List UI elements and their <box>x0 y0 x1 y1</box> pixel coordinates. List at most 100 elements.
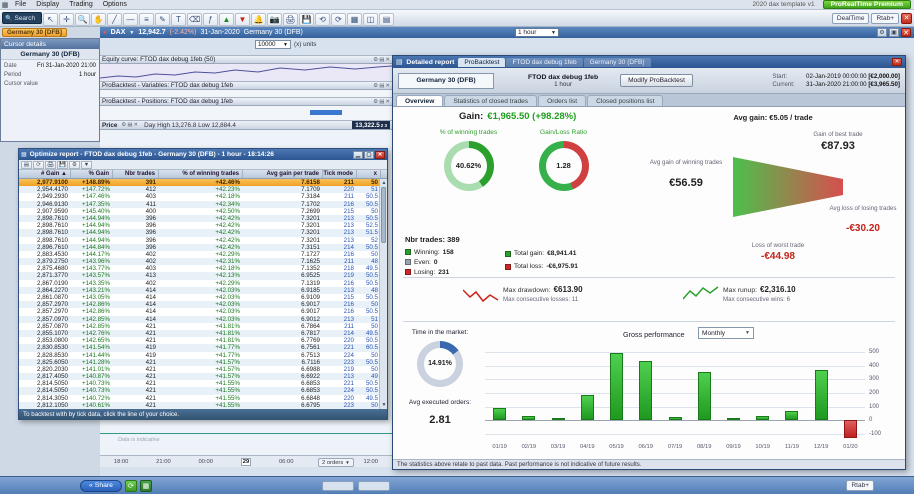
subtab-statistics-of-closed-trades[interactable]: Statistics of closed trades <box>444 95 538 106</box>
column-header[interactable]: Tick mode <box>323 170 357 178</box>
optimize-result-row[interactable]: 2,828.8530 +141.44% 419 +41.77% 6.7513 224 50 <box>19 352 387 359</box>
chevron-down-icon[interactable]: ▼ <box>129 30 134 36</box>
chart-titlebar[interactable]: ● DAX ▼ 12,942.7 (-2.42%) 31-Jan-2020 Ge… <box>100 27 914 38</box>
workspace-close-icon[interactable]: ✕ <box>901 12 912 24</box>
optimize-result-row[interactable]: 2,861.0870 +143.05% 414 +42.03% 6.9109 215 50.… <box>19 294 387 301</box>
zoom-in-icon[interactable]: 🔍 <box>75 13 90 26</box>
optimize-result-row[interactable]: 2,977.9100 +148.89% 391 +42.46% 7.6158 211 50 <box>19 179 387 187</box>
optimize-result-row[interactable]: 2,830.8530 +141.54% 419 +41.77% 6.7561 221 60.… <box>19 344 387 352</box>
panel-close-icon[interactable]: ✕ <box>385 83 390 89</box>
instrument-tab[interactable]: Germany 30 [DFB] <box>2 28 67 37</box>
panel-list-icon[interactable]: ▤ <box>379 99 384 105</box>
premium-button[interactable]: ProRealTime Premium <box>822 0 911 9</box>
optimize-result-row[interactable]: 2,871.3770 +143.57% 413 +42.13% 6.9525 219 50.… <box>19 272 387 280</box>
optimize-result-row[interactable]: 2,864.2270 +143.21% 414 +42.03% 6.9185 213 48 <box>19 286 387 294</box>
optimize-titlebar[interactable]: ▦ Optimize report - FTOD dax debug 1feb … <box>19 149 387 160</box>
scrollbar-thumb[interactable] <box>381 187 386 243</box>
text-icon[interactable]: T <box>171 13 186 26</box>
indicator-icon[interactable]: ƒ <box>203 13 218 26</box>
menu-display[interactable]: Display <box>31 1 64 8</box>
orders-button[interactable]: 2 orders ▼ <box>318 458 354 467</box>
optimize-result-row[interactable]: 2,875.4680 +143.77% 403 +42.18% 7.1352 218 49.… <box>19 265 387 272</box>
column-header[interactable]: # Gain ▲ <box>19 170 71 178</box>
column-header[interactable]: Avg gain per trade <box>243 170 323 178</box>
cursor-details-titlebar[interactable]: Cursor details <box>1 39 99 49</box>
column-header[interactable]: % Gain <box>71 170 113 178</box>
report-tab[interactable]: Germany 30 (DFB) <box>583 57 651 67</box>
optimize-result-row[interactable]: 2,857.2970 +142.86% 414 +42.03% 6.9017 216 50.… <box>19 308 387 315</box>
gross-performance-period-select[interactable]: Monthly ▼ <box>698 327 754 339</box>
undo-icon[interactable]: ⟲ <box>315 13 330 26</box>
panel-list-icon[interactable]: ▤ <box>379 57 384 63</box>
price-panel-header[interactable]: Price ⚙ ▤ ✕ Day High 13,276.8 Low 12,884.4… <box>100 120 392 130</box>
modify-probacktest-button[interactable]: Modify ProBacktest <box>620 74 693 87</box>
pencil-icon[interactable]: ✎ <box>155 13 170 26</box>
sell-arrow-icon[interactable]: ▼ <box>235 13 250 26</box>
optimize-table-header[interactable]: # Gain ▲% Gain Nbr trades% of winning tra… <box>19 170 387 179</box>
optimize-result-row[interactable]: 2,814.5050 +140.73% 421 +41.55% 6.6853 221 50.… <box>19 380 387 387</box>
account-chip[interactable]: Rtab+ <box>871 12 899 24</box>
detailed-report-titlebar[interactable]: ▤ Detailed report ProBacktest FTOD dax de… <box>393 56 905 68</box>
template-selector[interactable]: 2020 dax template v1 <box>752 1 814 8</box>
panel-close-icon[interactable]: ✕ <box>385 99 390 105</box>
layout-icon[interactable]: ◫ <box>363 13 378 26</box>
scroll-up-icon[interactable]: ▲ <box>380 179 388 187</box>
opt-refresh-icon[interactable]: ⟳ <box>33 160 44 169</box>
subtab-orders-list[interactable]: Orders list <box>538 95 587 106</box>
scrollbar[interactable]: ▲ ▼ <box>379 179 387 409</box>
minimize-icon[interactable]: ▁ <box>353 150 363 159</box>
panel-list-icon[interactable]: ▤ <box>127 122 132 128</box>
panel-settings-icon[interactable]: ⚙ <box>373 57 378 63</box>
eraser-icon[interactable]: ⌫ <box>187 13 202 26</box>
alert-icon[interactable]: 🔔 <box>251 13 266 26</box>
optimize-result-row[interactable]: 2,867.0190 +143.35% 402 +42.29% 7.1319 216 50.… <box>19 280 387 287</box>
optimize-result-row[interactable]: 2,855.1070 +142.76% 421 +41.81% 6.7817 214 49.… <box>19 329 387 338</box>
report-tab[interactable]: ProBacktest <box>458 57 506 67</box>
panel-close-icon[interactable]: ✕ <box>385 57 390 63</box>
crosshair-icon[interactable]: ✛ <box>59 13 74 26</box>
fibonacci-icon[interactable]: ≡ <box>139 13 154 26</box>
grid-icon[interactable]: ▦ <box>347 13 362 26</box>
panel-settings-icon[interactable]: ⚙ <box>121 122 126 128</box>
optimize-result-row[interactable]: 2,954.4170 +147.72% 412 +42.23% 7.1709 220 51 <box>19 186 387 194</box>
opt-print-icon[interactable]: 🖨 <box>45 160 56 169</box>
menu-trading[interactable]: Trading <box>64 1 97 8</box>
opt-filter-icon[interactable]: ▼ <box>81 160 92 169</box>
optimize-result-row[interactable]: 2,814.3050 +140.72% 421 +41.55% 6.6848 220 49.… <box>19 395 387 402</box>
chart-settings-icon[interactable]: ⚙ <box>877 28 887 37</box>
optimize-result-row[interactable]: 2,817.4050 +140.87% 421 +41.57% 6.6922 213 49 <box>19 373 387 381</box>
optimize-result-row[interactable]: 2,898.7610 +144.94% 396 +42.42% 7.3201 213 50.… <box>19 214 387 223</box>
panel-close-icon[interactable]: ✕ <box>134 122 139 128</box>
optimize-result-row[interactable]: 2,946.9130 +147.35% 411 +42.34% 7.1702 216 50.… <box>19 200 387 208</box>
opt-settings-icon[interactable]: ⚙ <box>69 160 80 169</box>
maximize-icon[interactable]: ▣ <box>889 28 899 37</box>
column-header[interactable]: % of winning trades <box>159 170 243 178</box>
panel-settings-icon[interactable]: ⚙ <box>373 99 378 105</box>
timeframe-select[interactable]: 1 hour ▼ <box>515 28 559 37</box>
optimize-result-row[interactable]: 2,825.6050 +141.28% 421 +41.57% 6.7116 223 50.… <box>19 358 387 366</box>
optimize-result-row[interactable]: 2,883.4530 +144.17% 402 +42.29% 7.1727 216 50 <box>19 251 387 258</box>
opt-list-icon[interactable]: ▤ <box>21 160 32 169</box>
list-icon[interactable]: ▤ <box>379 13 394 26</box>
close-icon[interactable]: ✕ <box>892 58 902 66</box>
optimize-result-row[interactable]: 2,820.2030 +141.01% 421 +41.57% 6.6988 219 50 <box>19 366 387 373</box>
screenshot-icon[interactable]: 📷 <box>267 13 282 26</box>
equity-panel-header[interactable]: Equity curve: FTOD dax debug 1feb (50) ⚙… <box>100 55 392 64</box>
optimize-result-row[interactable]: 2,814.5050 +140.73% 421 +41.55% 6.6853 224 50.… <box>19 387 387 395</box>
horizontal-line-icon[interactable]: ― <box>123 13 138 26</box>
optimize-result-row[interactable]: 2,812.1050 +140.61% 421 +41.55% 6.6795 223 50 <box>19 401 387 409</box>
units-select[interactable]: 10000 ▼ <box>255 40 291 49</box>
cursor-icon[interactable]: ↖ <box>43 13 58 26</box>
print-icon[interactable]: 🖨 <box>283 13 298 26</box>
close-icon[interactable]: ✕ <box>901 28 911 37</box>
trendline-icon[interactable]: ╱ <box>107 13 122 26</box>
optimize-result-row[interactable]: 2,857.2970 +142.86% 414 +42.03% 6.9017 216 50 <box>19 301 387 309</box>
hand-icon[interactable]: ✋ <box>91 13 106 26</box>
optimize-result-row[interactable]: 2,907.9590 +145.40% 400 +42.50% 7.2699 215 50 <box>19 208 387 215</box>
redo-icon[interactable]: ⟳ <box>331 13 346 26</box>
menu-options[interactable]: Options <box>98 1 132 8</box>
menu-file[interactable]: File <box>10 1 31 8</box>
refresh-icon[interactable]: ⟳ <box>124 479 137 492</box>
report-tab[interactable]: FTOD dax debug 1feb <box>506 57 583 67</box>
taskbar-right-chip[interactable]: Rtab+ <box>846 480 874 491</box>
